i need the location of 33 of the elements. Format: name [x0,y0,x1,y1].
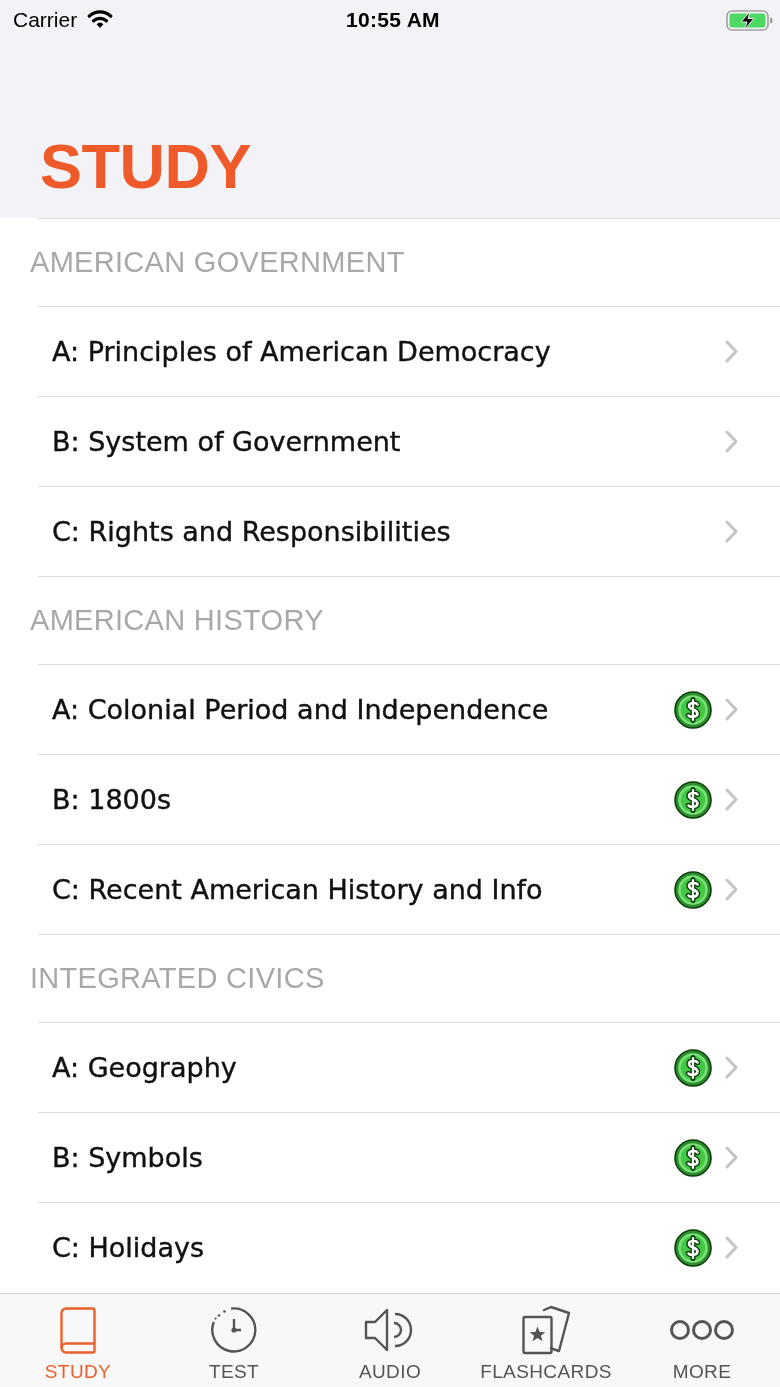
clock-icon [210,1306,258,1354]
clock-time: 10:55 AM [346,8,440,32]
topic-row[interactable]: B: Symbols [0,1113,780,1202]
book-icon [59,1306,97,1354]
tab-item[interactable]: AUDIO [312,1294,468,1387]
tab-item[interactable]: TEST [156,1294,312,1387]
section-header: INTEGRATED CIVICS [29,961,326,996]
topic-row[interactable]: C: Rights and Responsibilities [0,487,780,576]
topic-row[interactable]: A: Colonial Period and Independence [0,665,780,754]
section-header: AMERICAN GOVERNMENT [29,245,406,280]
wifi-icon [86,8,115,29]
tab-item[interactable]: MORE [624,1294,780,1387]
tab-item[interactable]: FLASHCARDS [468,1294,624,1387]
chevron-right-icon [725,788,738,811]
topic-row[interactable]: A: Geography [0,1023,780,1112]
carrier-label: Carrier [13,8,78,32]
chevron-right-icon [725,878,738,901]
more-icon [670,1319,734,1341]
topic-row[interactable]: C: Recent American History and Info [0,845,780,934]
topic-row[interactable]: B: System of Government [0,397,780,486]
topic-row[interactable]: C: Holidays [0,1203,780,1292]
topic-row[interactable]: B: 1800s [0,755,780,844]
chevron-right-icon [725,1146,738,1169]
page-title: STUDY [40,134,252,198]
chevron-right-icon [725,1056,738,1079]
chevron-right-icon [725,520,738,543]
chevron-right-icon [725,430,738,453]
chevron-right-icon [725,1236,738,1259]
section-header: AMERICAN HISTORY [29,603,325,638]
topic-row[interactable]: A: Principles of American Democracy [0,307,780,396]
chevron-right-icon [725,698,738,721]
chevron-right-icon [725,340,738,363]
star-card-icon [521,1305,571,1355]
